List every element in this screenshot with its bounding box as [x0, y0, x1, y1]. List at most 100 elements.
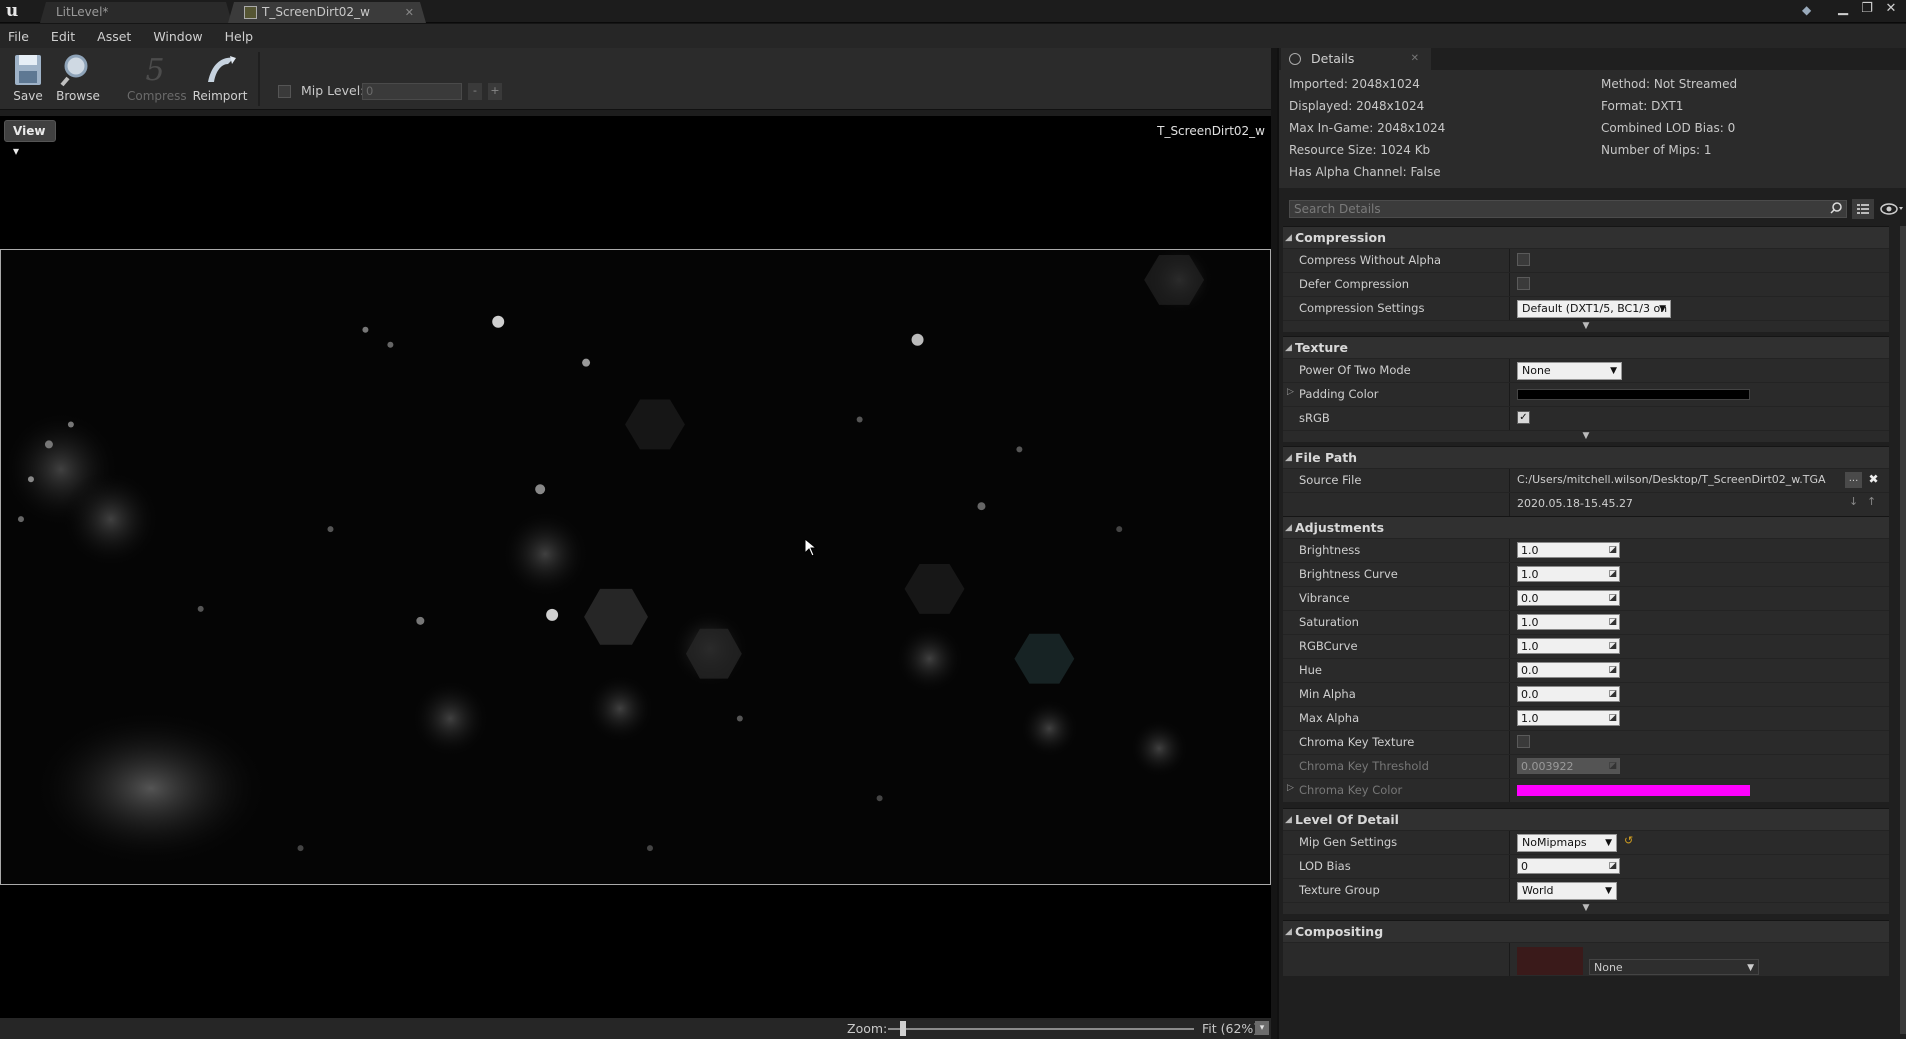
minimize-icon[interactable]: ▁	[1832, 0, 1854, 20]
expand-triangle-icon[interactable]: ▷	[1287, 387, 1294, 397]
property-row: LOD Bias 0 ◪	[1283, 854, 1889, 878]
chroma-key-color-swatch[interactable]	[1517, 785, 1750, 796]
texture-viewport[interactable]: View ▾ T_ScreenDirt02_w	[0, 116, 1271, 1018]
drag-arrows-icon: ◪	[1608, 641, 1617, 651]
category-texture[interactable]: ◢ Texture	[1283, 336, 1889, 358]
details-scrollbar[interactable]	[1900, 226, 1906, 1034]
close-tab-icon[interactable]: ✕	[405, 2, 414, 23]
drag-arrows-icon: ◪	[1608, 761, 1617, 771]
save-button[interactable]: Save	[0, 52, 56, 108]
mip-level-checkbox[interactable]	[278, 85, 291, 98]
adjustment-value-field[interactable]: 1.0 ◪	[1517, 614, 1620, 630]
adjustment-value-field[interactable]: 0.0 ◪	[1517, 686, 1620, 702]
property-row: Chroma Key Texture	[1283, 730, 1889, 754]
drag-arrows-icon: ◪	[1608, 593, 1617, 603]
compression-settings-dropdown[interactable]: Default (DXT1/5, BC1/3 on DX11) ▼	[1517, 300, 1671, 331]
mip-level-label: Mip Level:	[301, 83, 365, 98]
clear-file-button[interactable]: ✖	[1865, 472, 1882, 488]
menu-edit[interactable]: Edit	[51, 29, 75, 44]
advanced-expand-icon[interactable]: ▼	[1283, 902, 1889, 914]
dropdown-arrow-icon: ▼	[1747, 963, 1754, 973]
title-bar: u LitLevel* T_ScreenDirt02_w ✕ ◆ ▁ ❐ ✕	[0, 0, 1906, 23]
info-resource-size: Resource Size: 1024 Kb	[1289, 143, 1431, 157]
zoom-dropdown-icon[interactable]: ▾	[1255, 1021, 1269, 1035]
menu-file[interactable]: File	[8, 29, 29, 44]
details-tab[interactable]: Details ✕	[1281, 48, 1431, 70]
property-row: Defer Compression	[1283, 272, 1889, 296]
magnifier-icon	[60, 54, 88, 87]
info-displayed: Displayed: 2048x1024	[1289, 99, 1425, 113]
reimport-button[interactable]: Reimport	[192, 52, 248, 108]
info-has-alpha: Has Alpha Channel: False	[1289, 165, 1441, 179]
adjustment-value-field[interactable]: 0.0 ◪	[1517, 590, 1620, 606]
restore-icon[interactable]: ❐	[1856, 0, 1878, 20]
eye-icon[interactable]	[1879, 201, 1905, 217]
menu-window[interactable]: Window	[153, 29, 202, 44]
zoom-slider-track[interactable]	[888, 1028, 1194, 1030]
move-up-icon[interactable]: ↑	[1867, 495, 1876, 508]
property-row: Max Alpha 1.0 ◪	[1283, 706, 1889, 730]
reimport-icon	[208, 56, 236, 82]
chroma-key-threshold-field[interactable]: 0.003922 ◪	[1517, 758, 1620, 774]
info-lod-bias: Combined LOD Bias: 0	[1601, 121, 1736, 135]
close-icon[interactable]: ✕	[1880, 0, 1902, 20]
menu-asset[interactable]: Asset	[97, 29, 131, 44]
tab-litlevel[interactable]: LitLevel*	[40, 2, 232, 23]
menu-bar: File Edit Asset Window Help	[0, 24, 1906, 48]
collapse-triangle-icon: ◢	[1285, 523, 1292, 533]
adjustment-value-field[interactable]: 1.0 ◪	[1517, 542, 1620, 558]
compress-button[interactable]: 5 Compress	[127, 52, 187, 108]
view-options-icon[interactable]	[1852, 199, 1874, 219]
texture-group-dropdown[interactable]: World ▼	[1517, 882, 1617, 900]
adjustment-value-field[interactable]: 1.0 ◪	[1517, 566, 1620, 582]
tab-texture-editor[interactable]: T_ScreenDirt02_w ✕	[228, 2, 426, 23]
view-menu-button[interactable]: View ▾	[4, 120, 56, 158]
expand-triangle-icon[interactable]: ▷	[1287, 783, 1294, 793]
drag-arrows-icon: ◪	[1608, 617, 1617, 627]
category-file-path[interactable]: ◢ File Path	[1283, 446, 1889, 468]
mip-gen-settings-dropdown[interactable]: NoMipmaps ▼	[1517, 834, 1617, 852]
category-level-of-detail[interactable]: ◢ Level Of Detail	[1283, 808, 1889, 830]
property-row: RGBCurve 1.0 ◪	[1283, 634, 1889, 658]
advanced-expand-icon[interactable]: ▼	[1283, 320, 1889, 332]
lod-bias-field[interactable]: 0 ◪	[1517, 858, 1620, 874]
browse-file-button[interactable]: ...	[1845, 472, 1862, 488]
adjustment-value-field[interactable]: 1.0 ◪	[1517, 638, 1620, 654]
category-compositing[interactable]: ◢ Compositing	[1283, 920, 1889, 942]
category-adjustments[interactable]: ◢ Adjustments	[1283, 516, 1889, 538]
mip-level-field[interactable]: 0	[362, 83, 462, 100]
defer-compression-checkbox[interactable]	[1517, 277, 1530, 290]
compositing-texture-thumbnail[interactable]	[1517, 947, 1583, 975]
category-compression[interactable]: ◢ Compression	[1283, 226, 1889, 248]
texture-preview-image	[0, 249, 1271, 885]
advanced-expand-icon[interactable]: ▼	[1283, 430, 1889, 442]
reset-to-default-icon[interactable]: ↺	[1624, 834, 1633, 847]
adjustment-value-field[interactable]: 1.0 ◪	[1517, 710, 1620, 726]
drag-arrows-icon: ◪	[1608, 689, 1617, 699]
srgb-checkbox[interactable]: ✓	[1517, 411, 1530, 424]
power-of-two-dropdown[interactable]: None ▼	[1517, 362, 1622, 380]
search-details-input[interactable]: Search Details	[1289, 200, 1847, 218]
compress-without-alpha-checkbox[interactable]	[1517, 253, 1530, 266]
browse-button[interactable]: Browse	[50, 52, 106, 108]
chroma-key-texture-checkbox[interactable]	[1517, 735, 1530, 748]
source-file-path: C:/Users/mitchell.wilson/Desktop/T_Scree…	[1517, 473, 1826, 486]
move-down-icon[interactable]: ↓	[1849, 495, 1858, 508]
feedback-icon[interactable]: ◆	[1802, 3, 1820, 19]
zoom-slider-thumb[interactable]	[900, 1021, 907, 1036]
texture-asset-icon	[244, 6, 257, 19]
menu-help[interactable]: Help	[225, 29, 254, 44]
info-format: Format: DXT1	[1601, 99, 1684, 113]
mip-decrease-button[interactable]: -	[468, 83, 482, 100]
toolbar: Save Browse 5 Compress Reimport Mip Leve…	[0, 48, 1271, 110]
padding-color-swatch[interactable]	[1517, 389, 1750, 400]
texture-name-label: T_ScreenDirt02_w	[1157, 124, 1265, 138]
mip-increase-button[interactable]: +	[488, 83, 502, 100]
compositing-texture-dropdown[interactable]: None ▼	[1589, 959, 1759, 975]
dropdown-arrow-icon: ▼	[1605, 886, 1612, 896]
adjustment-value-field[interactable]: 0.0 ◪	[1517, 662, 1620, 678]
info-max-in-game: Max In-Game: 2048x1024	[1289, 121, 1446, 135]
close-tab-icon[interactable]: ✕	[1411, 48, 1419, 70]
property-row: ▷ Chroma Key Color	[1283, 778, 1889, 802]
zoom-label: Zoom:	[847, 1021, 888, 1036]
